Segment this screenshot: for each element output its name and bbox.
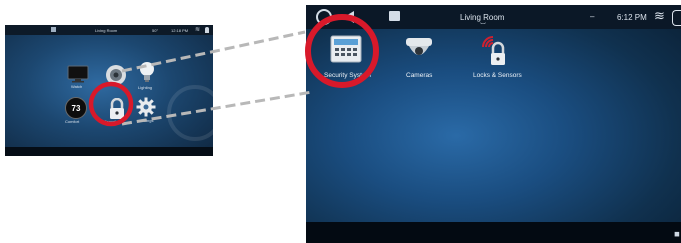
connector-line-top xyxy=(121,30,306,73)
highlight-circle-large xyxy=(305,14,379,88)
highlight-circle-small xyxy=(88,81,134,127)
callout-overlay xyxy=(88,14,379,127)
connector-line-bottom xyxy=(121,90,313,126)
